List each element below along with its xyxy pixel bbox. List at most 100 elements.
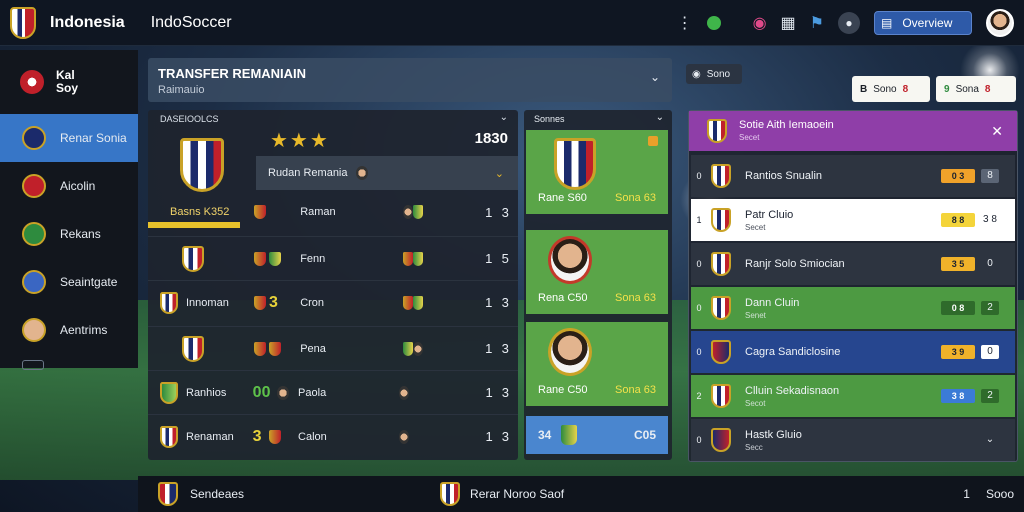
close-icon[interactable]: ✕: [991, 123, 1003, 140]
crest-icon: [711, 208, 731, 232]
match-info: Patr Cluio Secet: [745, 209, 941, 232]
stat-value: 3: [501, 341, 509, 356]
table-row[interactable]: Renaman 3 Calon 1 3: [148, 414, 518, 458]
online-status-icon: [706, 16, 721, 30]
notification-icon[interactable]: ◉: [753, 13, 767, 33]
match-title: Rantios Snualin: [745, 170, 823, 182]
crest-icon: [269, 341, 282, 356]
transfer-header[interactable]: TRANSFER REMANIAIN Raimauio ⌄: [148, 58, 672, 102]
match-row[interactable]: 0 Hastk Gluio Secc ⌄: [691, 419, 1015, 461]
squad-list-header: DASEIOOLCS ⌄: [148, 110, 518, 126]
match-row[interactable]: 0 Cagra Sandiclosine 3 9 0: [691, 331, 1015, 373]
crest-icon: [268, 429, 281, 444]
sono-button[interactable]: B Sono 8: [852, 76, 930, 102]
scout-card[interactable]: Rane C50 Sona 63: [526, 322, 668, 406]
sidebar-item-seaintgate[interactable]: Seaintgate: [0, 258, 138, 306]
highlight-number: 00: [252, 383, 271, 401]
bottom-right-label[interactable]: Sooo: [986, 487, 1014, 501]
table-row[interactable]: Fenn 1 5: [148, 236, 518, 280]
squad-list-header-label: DASEIOOLCS: [160, 114, 219, 124]
match-subtitle: Secot: [745, 398, 766, 408]
row-icons: 3: [241, 428, 298, 446]
player-face-icon: [355, 166, 368, 180]
avatar[interactable]: [986, 9, 1014, 37]
crest-icon: [254, 295, 267, 310]
score-badge: 3 8: [941, 389, 975, 403]
sidebar-item-aentrims[interactable]: Aentrims: [0, 306, 138, 354]
flag-icon[interactable]: ⚑: [810, 13, 824, 33]
crest-icon: [413, 251, 424, 266]
scout-card-right-label: Sona 63: [615, 192, 656, 204]
scout-card-blue[interactable]: 34 C05: [526, 416, 668, 454]
score-secondary: 3 8: [983, 214, 997, 225]
stat-value: 1: [485, 385, 493, 400]
match-row[interactable]: 0 Dann Cluin Senet 0 8 2: [691, 287, 1015, 329]
info-icon[interactable]: ●: [838, 12, 860, 34]
sidebar-item-rekans[interactable]: Rekans: [0, 210, 138, 258]
crest-icon: [160, 291, 178, 314]
match-title: Hastk Gluio: [745, 428, 802, 441]
crest-icon: [561, 425, 578, 445]
stat-value: 3: [501, 204, 509, 220]
sidebar-item-aicolin[interactable]: Aicolin: [0, 162, 138, 210]
match-row-selected[interactable]: 1 Patr Cluio Secet 8 8 3 8: [691, 199, 1015, 241]
match-row[interactable]: 2 Clluin Sekadisnaon Secot 3 8 2: [691, 375, 1015, 417]
table-row[interactable]: Innoman 3 Cron 1 3: [148, 280, 518, 324]
bottom-left-label[interactable]: Sendeaes: [190, 487, 244, 501]
row-index: 2: [696, 391, 702, 401]
crest-icon: [160, 381, 178, 404]
pin-icon[interactable]: [648, 136, 658, 146]
rating-stars: ★★★: [270, 130, 330, 152]
match-row[interactable]: 0 Rantios Snualin 0 3 8: [691, 155, 1015, 197]
sidebar-item-renar-sonia[interactable]: Renar Sonia: [0, 114, 138, 162]
grid-icon[interactable]: ▦: [781, 13, 796, 33]
chevron-down-icon[interactable]: ⌄: [656, 112, 664, 123]
row-icons: [242, 341, 300, 356]
sono-toggle[interactable]: ◉ Sono: [686, 64, 742, 84]
sono-toggle-label: Sono: [706, 68, 731, 80]
highlighted-player-row[interactable]: Rudan Remania ⌄: [256, 156, 518, 190]
chevron-down-icon[interactable]: ⌄: [500, 112, 508, 123]
score-secondary: 2: [981, 389, 999, 403]
table-row[interactable]: Raman 1 3: [148, 190, 518, 234]
sidebar-item-label: Aicolin: [60, 179, 96, 193]
crest-icon: [182, 335, 204, 362]
scout-card[interactable]: Rena C50 Sona 63: [526, 230, 668, 314]
sidebar-header-label: Kal Soy: [56, 69, 78, 95]
overview-button[interactable]: ▤ Overview: [874, 11, 972, 35]
stat-value: 1: [485, 295, 493, 310]
stat-value: 1: [485, 341, 493, 356]
match-info: Cagra Sandiclosine: [745, 346, 941, 358]
sono-button-value: 8: [902, 83, 909, 95]
sidebar-collapse-toggle[interactable]: [22, 360, 44, 370]
crest-icon: [707, 119, 727, 143]
row-index: 0: [696, 435, 702, 445]
crest-icon: [711, 296, 731, 320]
chevron-down-icon[interactable]: ⌄: [650, 70, 660, 84]
match-subtitle: Senet: [745, 310, 766, 320]
sidebar-header-line-2: Soy: [56, 81, 79, 95]
highlight-number: 3: [269, 293, 278, 311]
row-icons: [242, 251, 300, 266]
match-info: Ranjr Solo Smiocian: [745, 258, 941, 270]
scout-card[interactable]: Rane S60 Sona 63: [526, 130, 668, 214]
top-actions: ⋮ ◉ ▦ ⚑ ● ▤ Overview: [677, 6, 1014, 40]
match-row[interactable]: 0 Ranjr Solo Smiocian 3 5 0: [691, 243, 1015, 285]
more-vertical-icon[interactable]: ⋮: [677, 13, 693, 33]
score-badge: 0 8: [941, 301, 975, 315]
table-row[interactable]: Ranhios 00 Paola 1 3: [148, 370, 518, 414]
sidebar-item-label: Rekans: [60, 227, 101, 241]
sona-button[interactable]: 9 Sona 8: [936, 76, 1016, 102]
chevron-down-icon[interactable]: ⌄: [981, 433, 999, 447]
table-row[interactable]: Pena 1 3: [148, 326, 518, 370]
player-name: Pena: [300, 342, 326, 355]
crest-icon: [440, 482, 461, 506]
sidebar-item-label: Aentrims: [60, 323, 108, 337]
club-logo[interactable]: [10, 6, 36, 39]
bottom-center-label[interactable]: Rerar Noroo Saof: [470, 487, 564, 501]
player-name: Rudan Remania: [268, 167, 348, 179]
chevron-down-icon[interactable]: ⌄: [495, 167, 504, 180]
player-name: Raman: [300, 206, 336, 218]
row-index: 1: [696, 215, 702, 225]
sono-button-label: Sono: [873, 83, 897, 95]
